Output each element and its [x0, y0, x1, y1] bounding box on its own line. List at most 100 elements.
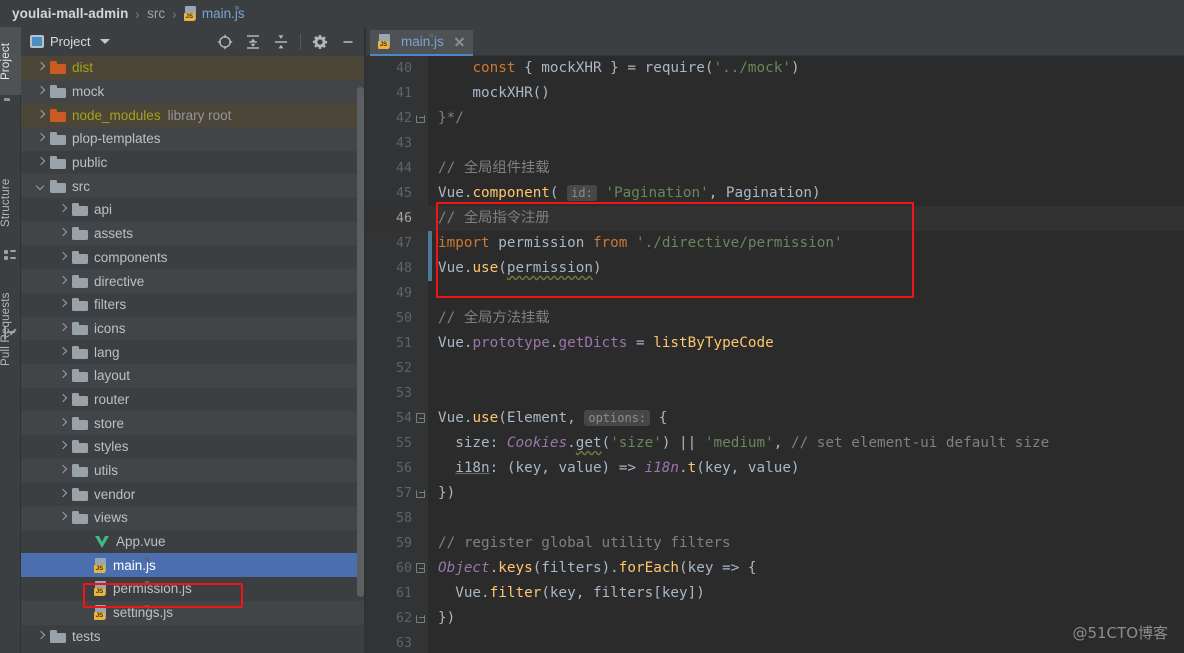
chevron-right-icon[interactable] [57, 418, 68, 429]
tree-item-views[interactable]: views [21, 506, 365, 530]
tree-item-assets[interactable]: assets [21, 221, 365, 246]
tree-item-utils[interactable]: utils [21, 458, 365, 483]
project-view-selector[interactable]: Project [21, 34, 111, 49]
code-token: Vue [438, 185, 464, 201]
code-line-52[interactable]: 52 [366, 356, 1184, 381]
fold-collapse-icon[interactable] [416, 562, 426, 574]
chevron-right-icon[interactable] [57, 204, 68, 215]
chevron-right-icon[interactable] [57, 441, 68, 452]
chevron-down-icon[interactable] [100, 39, 111, 44]
chevron-down-icon[interactable] [35, 181, 46, 192]
tree-item-layout[interactable]: layout [21, 363, 365, 388]
tree-item-plop-templates[interactable]: plop-templates [21, 127, 365, 151]
code-line-48[interactable]: 48 Vue.use(permission) [366, 256, 1184, 281]
line-number: 45 [395, 186, 412, 201]
tree-item-dist[interactable]: dist [21, 56, 365, 80]
code-line-46[interactable]: 46 // 全局指令注册 [366, 206, 1184, 231]
project-view-icon [30, 35, 44, 48]
chevron-right-icon[interactable] [57, 276, 68, 287]
code-line-50[interactable]: 50 // 全局方法挂载 [366, 306, 1184, 331]
tab-mainjs[interactable]: JS main.js [370, 28, 473, 56]
tree-item-icons[interactable]: icons [21, 316, 365, 341]
chevron-right-icon[interactable] [57, 299, 68, 310]
tree-item-router[interactable]: router [21, 388, 365, 412]
expand-all-icon[interactable] [240, 29, 266, 55]
code-line-57[interactable]: 57}) [366, 481, 1184, 506]
tree-item-api[interactable]: api [21, 198, 365, 222]
fold-end-icon[interactable] [416, 612, 426, 624]
code-line-42[interactable]: 42}*/ [366, 106, 1184, 131]
chevron-right-icon[interactable] [57, 394, 68, 405]
code-line-61[interactable]: 61 Vue.filter(key, filters[key]) [366, 581, 1184, 606]
code-line-60[interactable]: 60 Object.keys(filters).forEach(key => { [366, 556, 1184, 581]
code-text: Vue.component( id: 'Pagination', Paginat… [438, 181, 821, 206]
tree-item-directive[interactable]: directive [21, 269, 365, 293]
tree-item-public[interactable]: public [21, 151, 365, 175]
breadcrumb-folder-src[interactable]: src [147, 6, 165, 21]
code-line-40[interactable]: 40 const { mockXHR } = require('../mock'… [366, 56, 1184, 81]
project-file-tree[interactable]: dist mock node_modules library root plop-tem… [21, 56, 365, 653]
code-line-51[interactable]: 51 Vue.prototype.getDicts = listByTypeCod… [366, 331, 1184, 356]
tree-item-mock[interactable]: mock [21, 79, 365, 104]
tree-item-styles[interactable]: styles [21, 435, 365, 459]
folder-icon [72, 440, 88, 454]
code-line-54[interactable]: 54 Vue.use(Element, options: { [366, 406, 1184, 431]
select-opened-file-icon[interactable] [212, 29, 238, 55]
code-line-53[interactable]: 53 [366, 381, 1184, 406]
code-line-49[interactable]: 49 [366, 281, 1184, 306]
code-line-45[interactable]: 45 Vue.component( id: 'Pagination', Pagin… [366, 181, 1184, 206]
chevron-right-icon[interactable] [57, 252, 68, 263]
chevron-right-icon[interactable] [57, 465, 68, 476]
sidebar-item-project[interactable]: Project [0, 27, 21, 95]
tree-item-settings-js[interactable]: JS settings.js [21, 600, 365, 625]
chevron-right-icon[interactable] [57, 228, 68, 239]
fold-collapse-icon[interactable] [416, 412, 426, 424]
tree-item-lang[interactable]: lang [21, 340, 365, 364]
chevron-right-icon[interactable] [57, 489, 68, 500]
editor-top-scroll[interactable] [366, 27, 1184, 30]
code-line-43[interactable]: 43 [366, 131, 1184, 156]
code-line-47[interactable]: 47 import permission from './directive/pe… [366, 231, 1184, 256]
chevron-right-icon[interactable] [35, 110, 46, 121]
tree-item-permission-js[interactable]: JS permission.js [21, 577, 365, 601]
code-line-62[interactable]: 62}) [366, 606, 1184, 631]
sidebar-item-structure[interactable]: Structure [0, 163, 21, 243]
tree-item-components[interactable]: components [21, 246, 365, 270]
code-line-55[interactable]: 55 size: Cookies.get('size') || 'medium'… [366, 431, 1184, 456]
chevron-right-icon[interactable] [57, 370, 68, 381]
tree-item-app-vue[interactable]: App.vue [21, 530, 365, 554]
tree-item-main-js[interactable]: JS main.js [21, 553, 365, 578]
code-token: i18n [644, 460, 680, 476]
tree-item-vendor[interactable]: vendor [21, 482, 365, 506]
chevron-right-icon[interactable] [57, 323, 68, 334]
code-line-63[interactable]: 63 [366, 631, 1184, 653]
settings-gear-icon[interactable] [307, 29, 333, 55]
fold-end-icon[interactable] [416, 112, 426, 124]
code-line-44[interactable]: 44 // 全局组件挂载 [366, 156, 1184, 181]
chevron-right-icon[interactable] [35, 62, 46, 73]
code-line-59[interactable]: 59 // register global utility filters [366, 531, 1184, 556]
code-line-58[interactable]: 58 [366, 506, 1184, 531]
chevron-right-icon[interactable] [35, 133, 46, 144]
collapse-all-icon[interactable] [268, 29, 294, 55]
tree-item-src[interactable]: src [21, 174, 365, 199]
chevron-right-icon[interactable] [57, 347, 68, 358]
tree-item-tests[interactable]: tests [21, 625, 365, 649]
close-icon[interactable] [454, 36, 465, 47]
chevron-right-icon[interactable] [57, 512, 68, 523]
code-token: . [679, 460, 688, 476]
chevron-right-icon[interactable] [35, 631, 46, 642]
chevron-right-icon[interactable] [35, 86, 46, 97]
breadcrumb-project[interactable]: youlai-mall-admin [12, 6, 128, 21]
tree-item-node_modules[interactable]: node_modules library root [21, 103, 365, 128]
tree-item-store[interactable]: store [21, 411, 365, 435]
hide-panel-icon[interactable] [335, 29, 361, 55]
code-line-41[interactable]: 41 mockXHR() [366, 81, 1184, 106]
tree-item-filters[interactable]: filters [21, 293, 365, 317]
code-editor[interactable]: 40 const { mockXHR } = require('../mock'… [366, 56, 1184, 653]
code-line-56[interactable]: 56 i18n: (key, value) => i18n.t(key, val… [366, 456, 1184, 481]
fold-end-icon[interactable] [416, 487, 426, 499]
chevron-right-icon[interactable] [35, 157, 46, 168]
project-panel-scrollbar[interactable] [357, 87, 364, 597]
